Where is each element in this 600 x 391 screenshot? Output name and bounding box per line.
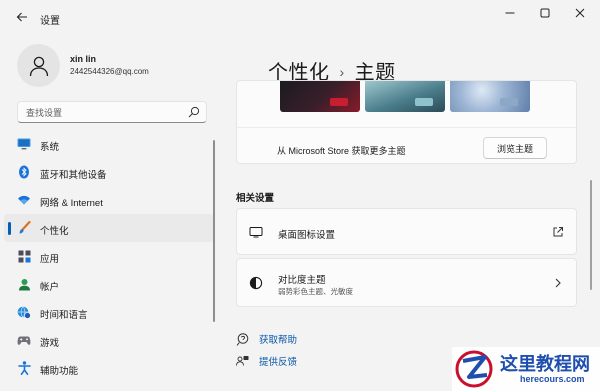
sidebar-item-time-language[interactable]: 时间和语言 [4,298,214,326]
title-bar: 设置 [0,0,600,34]
person-icon [29,56,48,76]
watermark-logo [455,350,493,388]
card-subtitle: 弱势彩色主题、光敏度 [278,287,353,296]
sidebar-item-label: 蓝牙和其他设备 [40,170,107,181]
link-text[interactable]: 获取帮助 [259,332,297,346]
sidebar-nav: 系统 蓝牙和其他设备 网络 & Internet 个性化 应用 帐户 时间和语言… [4,130,214,382]
paintbrush-icon [17,221,31,235]
card-label: 桌面图标设置 [278,230,336,241]
sidebar-item-gaming[interactable]: 游戏 [4,326,214,354]
theme-accent-swatch [415,98,433,106]
theme-accent-swatch [500,98,518,106]
back-button[interactable] [12,8,32,26]
help-icon [236,332,249,346]
close-icon [575,8,585,18]
get-help-link[interactable]: 获取帮助 [236,331,297,347]
themes-card: 从 Microsoft Store 获取更多主题 浏览主题 [236,80,577,164]
maximize-button[interactable] [533,4,557,22]
search-input[interactable] [26,105,186,120]
watermark: 这里教程网 herecours.com [452,347,600,391]
desktop-icon-settings-card[interactable]: 桌面图标设置 [236,208,577,255]
main-scrollbar[interactable] [590,180,592,290]
user-name: xin lin [70,54,97,64]
search-icon[interactable] [188,106,200,118]
breadcrumb-separator: › [339,64,345,80]
feedback-icon [236,355,249,366]
theme-thumbnail[interactable] [280,81,360,112]
watermark-url: herecours.com [520,374,585,384]
arrow-left-icon [16,12,27,22]
contrast-themes-card[interactable]: 对比度主题 弱势彩色主题、光敏度 [236,258,577,307]
link-text[interactable]: 提供反馈 [259,354,297,368]
monitor-icon [17,137,31,151]
chevron-right-icon [555,278,561,288]
give-feedback-link[interactable]: 提供反馈 [236,353,297,369]
sidebar-item-system[interactable]: 系统 [4,130,214,158]
bluetooth-icon [17,165,31,179]
external-link-icon [553,227,563,237]
desktop-icon [249,227,263,238]
divider [237,127,576,128]
watermark-title: 这里教程网 [500,354,590,375]
theme-accent-swatch [330,98,348,106]
sidebar-item-label: 个性化 [40,226,69,237]
sidebar-item-apps[interactable]: 应用 [4,242,214,270]
app-title: 设置 [40,16,60,27]
apps-icon [17,249,31,263]
sidebar-item-label: 系统 [40,142,60,153]
maximize-icon [540,8,550,18]
browse-themes-button[interactable]: 浏览主题 [483,137,547,159]
close-button[interactable] [568,4,592,22]
sidebar-item-label: 帐户 [40,282,60,293]
sidebar-scrollbar[interactable] [213,140,215,322]
user-email: 2442544326@qq.com [70,67,149,76]
wifi-icon [17,193,31,207]
sidebar-item-label: 游戏 [40,338,60,349]
sidebar-item-bluetooth[interactable]: 蓝牙和其他设备 [4,158,214,186]
related-settings-heading: 相关设置 [236,193,275,204]
accessibility-icon [17,361,31,375]
minimize-icon [505,12,515,14]
theme-thumbnail[interactable] [365,81,445,112]
search-box[interactable] [17,101,207,123]
card-label: 对比度主题 [278,275,326,286]
sidebar-item-label: 时间和语言 [40,310,88,321]
person-icon [17,277,31,291]
sidebar-item-network[interactable]: 网络 & Internet [4,186,214,214]
store-text: 从 Microsoft Store 获取更多主题 [277,146,406,156]
avatar[interactable] [17,44,60,87]
contrast-icon [249,276,263,290]
sidebar-item-label: 辅助功能 [40,366,79,377]
settings-window: 设置 xin lin 2442544326@qq.com 查找设置 系统 蓝牙和… [0,0,600,391]
sidebar-item-label: 网络 & Internet [40,198,103,209]
minimize-button[interactable] [498,4,522,22]
sidebar-item-personalization[interactable]: 个性化 [4,214,214,242]
theme-thumbnail[interactable] [450,81,530,112]
gamepad-icon [17,333,31,347]
globe-clock-icon [17,305,31,319]
sidebar-item-accessibility[interactable]: 辅助功能 [4,354,214,382]
sidebar-item-label: 应用 [40,254,60,265]
sidebar-item-accounts[interactable]: 帐户 [4,270,214,298]
